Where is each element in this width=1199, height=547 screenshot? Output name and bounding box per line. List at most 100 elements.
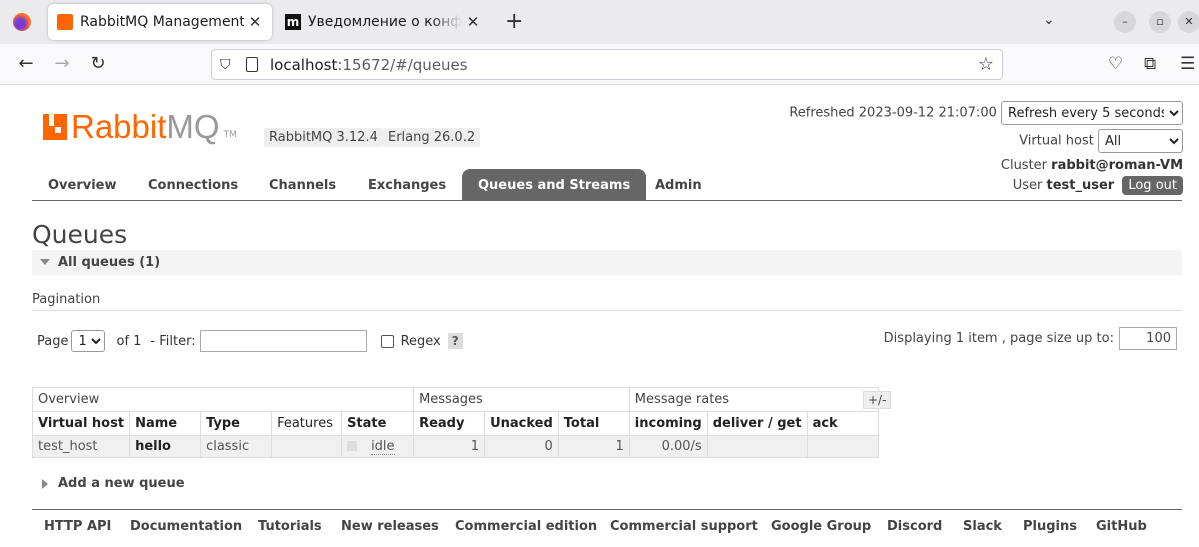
footer-link-new-releases[interactable]: New releases bbox=[341, 519, 439, 534]
cell-vhost: test_host bbox=[31, 435, 131, 458]
vhost-label: Virtual host bbox=[1019, 133, 1094, 149]
tab-connections[interactable]: Connections bbox=[148, 178, 238, 193]
footer-link-google-group[interactable]: Google Group bbox=[771, 519, 871, 534]
page-size-input[interactable]: 100 bbox=[1119, 327, 1177, 350]
col-total[interactable]: Total bbox=[557, 411, 630, 436]
col-state[interactable]: State bbox=[341, 411, 415, 436]
forward-icon[interactable]: → bbox=[50, 53, 74, 74]
new-tab-icon[interactable]: + bbox=[505, 9, 523, 34]
browser-tab-bar: RabbitMQ Management ✕ m Уведомление о ко… bbox=[0, 0, 1199, 44]
pagination-label: Pagination bbox=[32, 292, 101, 307]
url-host: localhost bbox=[270, 55, 338, 74]
state-text: idle bbox=[371, 439, 395, 455]
tab-title: Уведомление о конфиденциальности bbox=[308, 14, 462, 30]
all-queues-section-header[interactable]: All queues (1) bbox=[32, 250, 1182, 275]
cell-features bbox=[271, 435, 343, 458]
close-tab-icon[interactable]: ✕ bbox=[244, 13, 266, 31]
back-icon[interactable]: ← bbox=[14, 53, 38, 74]
bookmark-star-icon[interactable]: ☆ bbox=[978, 54, 994, 75]
divider bbox=[32, 310, 1182, 311]
add-queue-label: Add a new queue bbox=[58, 476, 185, 491]
help-icon[interactable]: ? bbox=[447, 333, 463, 349]
reload-icon[interactable]: ↻ bbox=[86, 53, 110, 74]
firefox-icon[interactable] bbox=[13, 13, 31, 31]
footer-link-documentation[interactable]: Documentation bbox=[130, 519, 242, 534]
footer-link-commercial-support[interactable]: Commercial support bbox=[610, 519, 758, 534]
page-title: Queues bbox=[32, 220, 128, 249]
close-window-icon[interactable]: ✕ bbox=[1178, 11, 1199, 33]
main-nav: Overview Connections Channels Exchanges … bbox=[32, 169, 1182, 201]
cell-type: classic bbox=[200, 435, 273, 458]
pocket-icon[interactable]: ♡ bbox=[1108, 54, 1123, 74]
logo-text-rabbit: Rabbit bbox=[71, 108, 167, 145]
refreshed-time: Refreshed 2023-09-12 21:07:00 bbox=[789, 105, 997, 121]
footer-link-commercial-edition[interactable]: Commercial edition bbox=[455, 519, 597, 534]
page: Rabbit MQ TM RabbitMQ 3.12.4 Erlang 26.0.2… bbox=[0, 86, 1199, 547]
regex-checkbox[interactable] bbox=[380, 334, 394, 348]
rabbitmq-logo[interactable]: Rabbit MQ TM bbox=[43, 110, 237, 144]
cell-unacked: 0 bbox=[484, 435, 559, 458]
url-path: :15672/#/queues bbox=[337, 55, 468, 74]
browser-nav-bar: ← → ↻ ⛉ localhost:15672/#/queues ☆ ♡ ⧉ ☰ bbox=[0, 44, 1199, 85]
shield-icon[interactable]: ⛉ bbox=[220, 57, 236, 73]
menu-icon[interactable]: ☰ bbox=[1180, 54, 1195, 74]
display-info-text: Displaying 1 item , page size up to: bbox=[883, 331, 1114, 346]
filter-row: Page 1 of 1 - Filter: Regex ? bbox=[37, 330, 463, 352]
col-ready[interactable]: Ready bbox=[413, 411, 486, 436]
col-deliver-get[interactable]: deliver / get bbox=[706, 411, 808, 436]
extensions-icon[interactable]: ⧉ bbox=[1144, 54, 1156, 74]
col-type[interactable]: Type bbox=[200, 411, 273, 436]
page-icon[interactable] bbox=[246, 57, 258, 72]
col-name[interactable]: Name bbox=[129, 411, 202, 436]
tab-queues-and-streams[interactable]: Queues and Streams bbox=[462, 169, 647, 200]
rabbitmq-version: RabbitMQ 3.12.4 bbox=[264, 128, 383, 147]
filter-label: - Filter: bbox=[150, 333, 196, 349]
collapse-triangle-icon bbox=[40, 259, 50, 265]
maximize-icon[interactable]: ▫ bbox=[1149, 11, 1171, 33]
minimize-icon[interactable]: – bbox=[1114, 11, 1136, 33]
cell-deliver-get bbox=[706, 435, 808, 458]
cell-incoming: 0.00/s bbox=[628, 435, 708, 458]
col-features: Features bbox=[271, 411, 343, 436]
logo-text-mq: MQ bbox=[166, 108, 220, 145]
col-incoming[interactable]: incoming bbox=[628, 411, 708, 436]
vhost-row: Virtual host All bbox=[1019, 129, 1183, 153]
rabbitmq-favicon-icon bbox=[57, 14, 73, 30]
tab-channels[interactable]: Channels bbox=[269, 178, 336, 193]
refresh-row: Refreshed 2023-09-12 21:07:00 Refresh ev… bbox=[789, 101, 1183, 125]
url-bar[interactable]: ⛉ localhost:15672/#/queues ☆ bbox=[211, 49, 1003, 80]
expand-triangle-icon bbox=[42, 478, 48, 489]
logo-tm: TM bbox=[223, 130, 237, 140]
footer-link-plugins[interactable]: Plugins bbox=[1023, 519, 1077, 534]
page-label: Page bbox=[37, 333, 69, 349]
column-toggle-button[interactable]: +/- bbox=[863, 391, 892, 409]
tab-overview[interactable]: Overview bbox=[48, 178, 117, 193]
tab-exchanges[interactable]: Exchanges bbox=[368, 178, 446, 193]
erlang-version: Erlang 26.0.2 bbox=[383, 128, 481, 147]
cell-ack bbox=[806, 435, 879, 458]
m-favicon-icon: m bbox=[285, 14, 301, 30]
footer-link-http-api[interactable]: HTTP API bbox=[44, 519, 111, 534]
col-ack[interactable]: ack bbox=[806, 411, 879, 436]
group-overview: Overview bbox=[31, 387, 415, 412]
col-unacked[interactable]: Unacked bbox=[484, 411, 559, 436]
tab-rabbitmq[interactable]: RabbitMQ Management ✕ bbox=[48, 4, 272, 40]
footer-link-tutorials[interactable]: Tutorials bbox=[258, 519, 322, 534]
queue-name-link[interactable]: hello bbox=[129, 435, 202, 458]
queues-table: Overview Messages Message rates Virtual … bbox=[31, 387, 879, 458]
tab-admin[interactable]: Admin bbox=[655, 178, 702, 193]
filter-input[interactable] bbox=[199, 330, 367, 352]
add-queue-section-header[interactable]: Add a new queue bbox=[42, 476, 185, 491]
tab-privacy-notice[interactable]: m Уведомление о конфиденциальности ✕ bbox=[276, 4, 490, 40]
footer-link-slack[interactable]: Slack bbox=[963, 519, 1002, 534]
refresh-interval-select[interactable]: Refresh every 5 seconds bbox=[1001, 101, 1183, 125]
cell-ready: 1 bbox=[413, 435, 486, 458]
col-virtual-host[interactable]: Virtual host bbox=[31, 411, 131, 436]
tab-title: RabbitMQ Management bbox=[80, 14, 244, 30]
page-select[interactable]: 1 bbox=[71, 330, 106, 352]
list-all-tabs-icon[interactable]: ⌄ bbox=[1043, 12, 1055, 28]
close-tab-icon[interactable]: ✕ bbox=[462, 13, 484, 31]
vhost-select[interactable]: All bbox=[1098, 129, 1183, 153]
footer-link-github[interactable]: GitHub bbox=[1096, 519, 1147, 534]
footer-link-discord[interactable]: Discord bbox=[887, 519, 942, 534]
